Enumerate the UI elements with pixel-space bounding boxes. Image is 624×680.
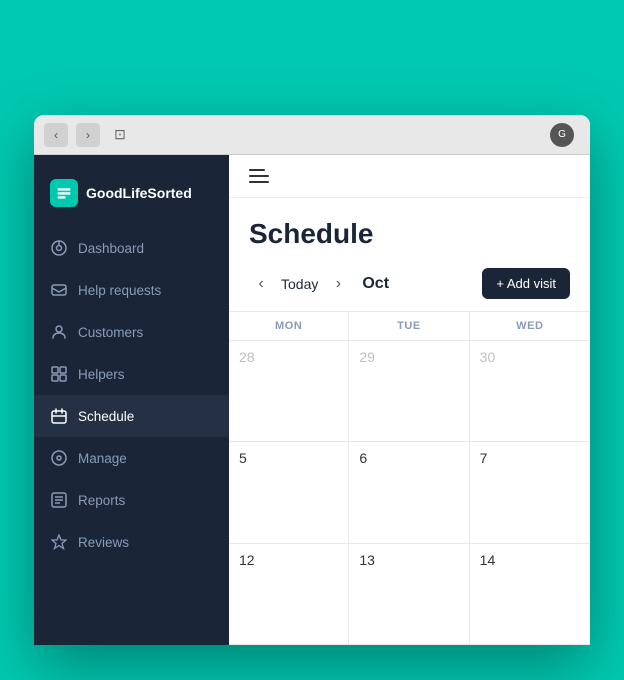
browser-window: ‹ › ⊡ G GoodLifeSorted <box>34 115 590 645</box>
cell-date: 14 <box>480 552 580 568</box>
browser-toolbar: ‹ › ⊡ G <box>34 115 590 155</box>
calendar-cell[interactable]: 13 <box>349 544 469 644</box>
sidebar-item-reports[interactable]: Reports <box>34 479 229 521</box>
sidebar-item-reviews[interactable]: Reviews <box>34 521 229 563</box>
prev-month-button[interactable]: ‹ <box>249 272 273 296</box>
sidebar-item-manage[interactable]: Manage <box>34 437 229 479</box>
page-title: Schedule <box>229 198 590 260</box>
calendar-row: 12 13 14 <box>229 544 590 645</box>
reviews-label: Reviews <box>78 535 129 550</box>
cell-date: 29 <box>359 349 458 365</box>
calendar-cell[interactable]: 12 <box>229 544 349 644</box>
logo-svg <box>56 185 72 201</box>
sidebar: GoodLifeSorted Dashboard <box>34 155 229 645</box>
today-button[interactable]: Today <box>281 276 318 292</box>
hamburger-line-2 <box>249 175 269 177</box>
sidebar-item-schedule[interactable]: Schedule <box>34 395 229 437</box>
forward-button[interactable]: › <box>76 123 100 147</box>
favicon-area: G <box>550 123 580 147</box>
cell-date: 28 <box>239 349 338 365</box>
dashboard-icon <box>50 239 68 257</box>
calendar-header: MON TUE WED <box>229 311 590 341</box>
cell-date: 13 <box>359 552 458 568</box>
help-icon <box>50 281 68 299</box>
hamburger-line-3 <box>249 181 269 183</box>
hamburger-line-1 <box>249 169 265 171</box>
cell-date: 6 <box>359 450 458 466</box>
schedule-label: Schedule <box>78 409 134 424</box>
calendar-cell[interactable]: 7 <box>470 442 590 542</box>
calendar-cell[interactable]: 29 <box>349 341 469 441</box>
logo-area: GoodLifeSorted <box>34 171 229 227</box>
cell-date: 5 <box>239 450 338 466</box>
logo-icon <box>50 179 78 207</box>
calendar-cell[interactable]: 14 <box>470 544 590 644</box>
next-month-button[interactable]: › <box>326 272 350 296</box>
add-visit-button[interactable]: + Add visit <box>482 268 570 299</box>
col-wed: WED <box>470 312 590 340</box>
hamburger-menu[interactable] <box>249 169 570 183</box>
reviews-icon <box>50 533 68 551</box>
cell-date: 12 <box>239 552 338 568</box>
logo-text: GoodLifeSorted <box>86 185 192 201</box>
help-requests-label: Help requests <box>78 283 161 298</box>
sidebar-item-dashboard[interactable]: Dashboard <box>34 227 229 269</box>
calendar-row: 5 6 7 <box>229 442 590 543</box>
calendar-cell[interactable]: 6 <box>349 442 469 542</box>
app-container: GoodLifeSorted Dashboard <box>34 155 590 645</box>
calendar-nav: ‹ Today › Oct + Add visit <box>229 260 590 311</box>
month-label: Oct <box>362 275 389 293</box>
reports-icon <box>50 491 68 509</box>
sidebar-item-help-requests[interactable]: Help requests <box>34 269 229 311</box>
calendar-cell[interactable]: 30 <box>470 341 590 441</box>
sidebar-item-customers[interactable]: Customers <box>34 311 229 353</box>
customers-label: Customers <box>78 325 143 340</box>
manage-label: Manage <box>78 451 127 466</box>
helpers-icon <box>50 365 68 383</box>
helpers-label: Helpers <box>78 367 125 382</box>
schedule-icon <box>50 407 68 425</box>
manage-icon <box>50 449 68 467</box>
calendar-row: 28 29 30 <box>229 341 590 442</box>
calendar-body: 28 29 30 5 <box>229 341 590 645</box>
cell-date: 7 <box>480 450 580 466</box>
back-button[interactable]: ‹ <box>44 123 68 147</box>
customers-icon <box>50 323 68 341</box>
layout-button[interactable]: ⊡ <box>108 123 132 147</box>
cell-date: 30 <box>480 349 580 365</box>
col-mon: MON <box>229 312 349 340</box>
dashboard-label: Dashboard <box>78 241 144 256</box>
main-content: Schedule ‹ Today › Oct + Add visit MON T… <box>229 155 590 645</box>
topbar <box>229 155 590 198</box>
sidebar-item-helpers[interactable]: Helpers <box>34 353 229 395</box>
calendar-cell[interactable]: 28 <box>229 341 349 441</box>
calendar-cell[interactable]: 5 <box>229 442 349 542</box>
reports-label: Reports <box>78 493 125 508</box>
calendar-grid: MON TUE WED 28 29 30 <box>229 311 590 645</box>
col-tue: TUE <box>349 312 469 340</box>
favicon: G <box>550 123 574 147</box>
